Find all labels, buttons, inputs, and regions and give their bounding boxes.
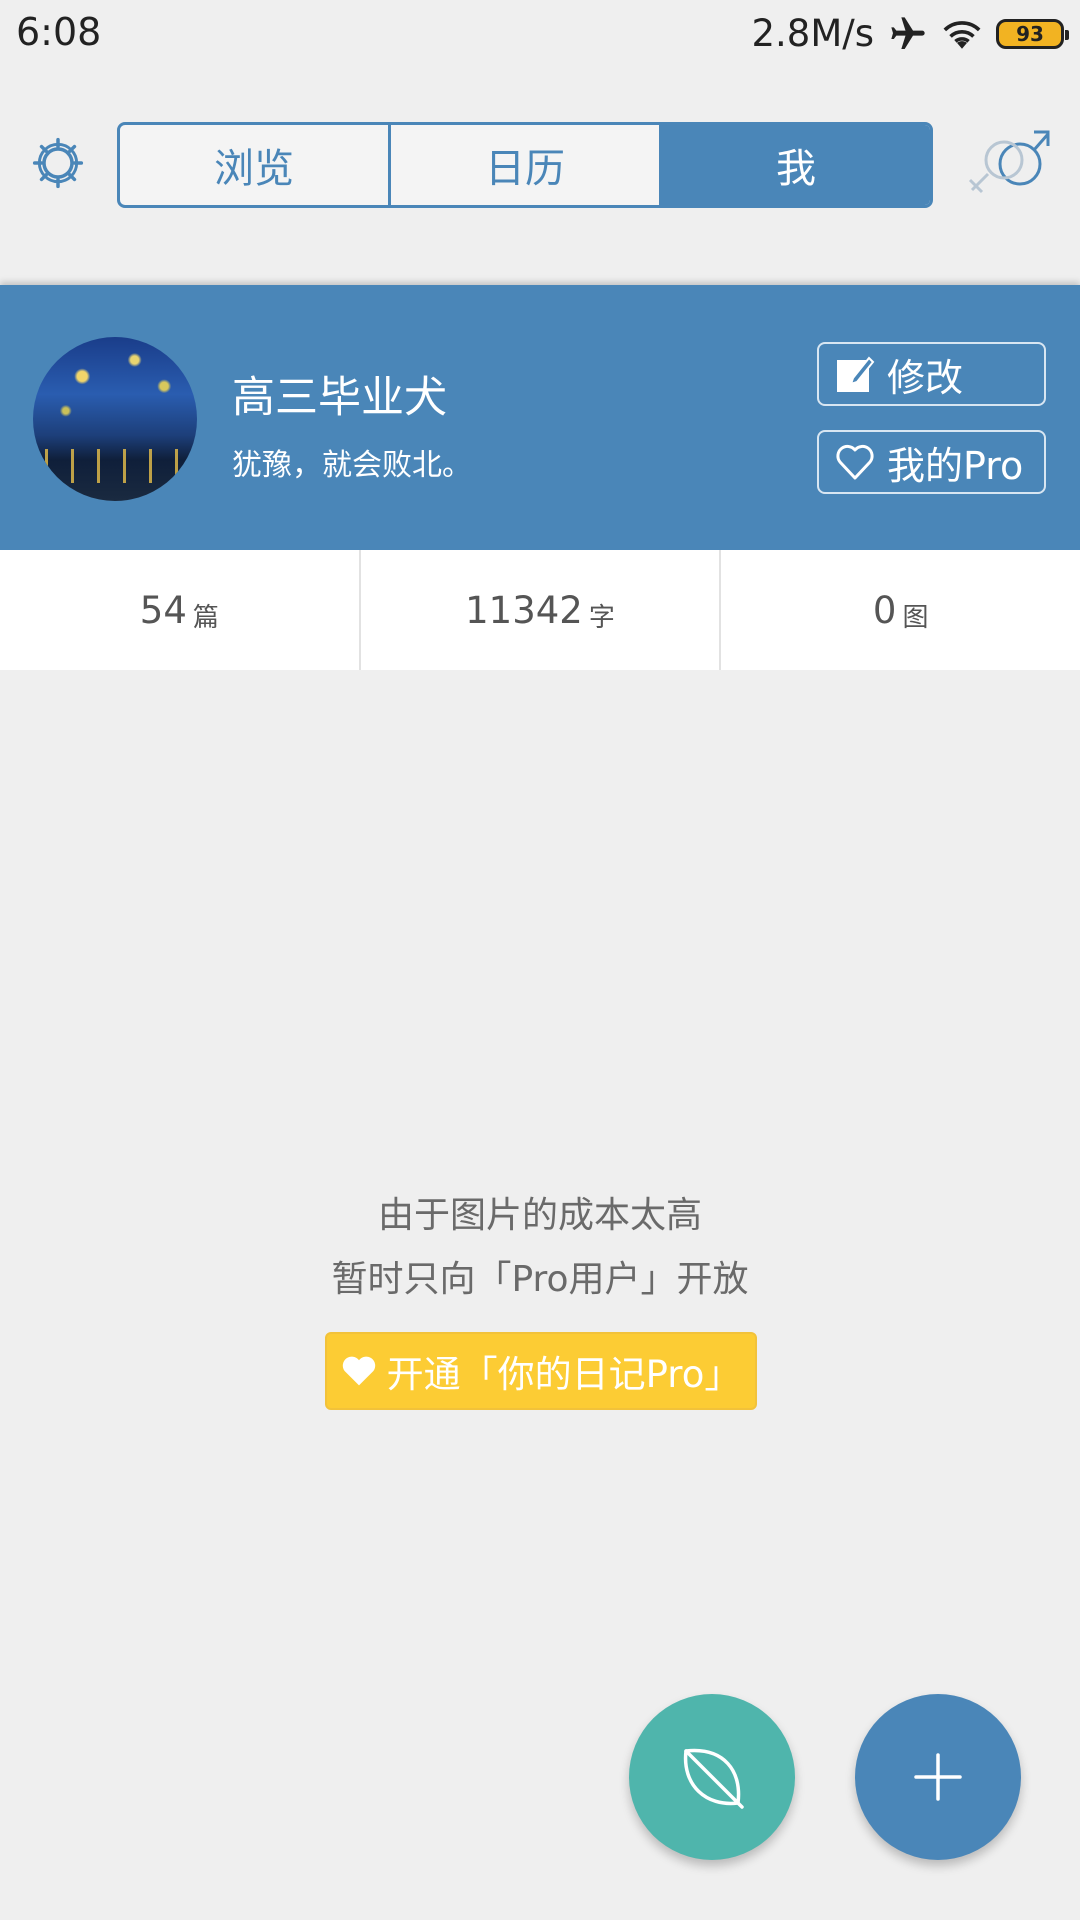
heart-icon (342, 1356, 375, 1386)
notice-line-1: 由于图片的成本太高 (377, 1195, 702, 1236)
open-pro-button[interactable]: 开通「你的日记Pro」 (325, 1332, 757, 1410)
heart-outline-icon (836, 444, 874, 480)
open-pro-label: 开通「你的日记Pro」 (386, 1353, 742, 1396)
stat-entries-unit: 篇 (192, 602, 219, 633)
avatar[interactable] (33, 337, 197, 501)
airplane-icon (891, 16, 925, 49)
tab-browse[interactable]: 浏览 (120, 125, 388, 205)
edit-profile-button[interactable]: 修改 (817, 342, 1046, 406)
stat-words[interactable]: 11342 字 (358, 550, 720, 670)
my-pro-label: 我的Pro (887, 443, 1024, 488)
battery-level: 93 (1016, 21, 1044, 46)
wifi-icon (943, 20, 981, 49)
gender-icon[interactable] (962, 126, 1054, 202)
username: 高三毕业犬 (232, 373, 447, 423)
stat-images-value: 0 (872, 588, 897, 632)
stat-entries[interactable]: 54 篇 (0, 550, 359, 670)
tab-me[interactable]: 我 (659, 125, 930, 205)
status-bar: 6:08 2.8M/s 93 (0, 0, 1080, 68)
edit-label: 修改 (887, 355, 964, 400)
main-tabs: 浏览 日历 我 (117, 122, 933, 208)
status-icons: 2.8M/s 93 (751, 12, 1069, 55)
stats-bar: 54 篇 11342 字 0 图 (0, 550, 1080, 670)
plus-icon (914, 1753, 962, 1801)
leaf-icon (683, 1748, 744, 1809)
top-header: 浏览 日历 我 (0, 100, 1080, 210)
my-pro-button[interactable]: 我的Pro (817, 430, 1046, 494)
user-motto: 犹豫，就会败北。 (232, 448, 472, 483)
leaf-fab-button[interactable] (629, 1694, 795, 1860)
stat-words-value: 11342 (465, 588, 583, 632)
profile-card: 高三毕业犬 犹豫，就会败北。 修改 我的Pro (0, 285, 1080, 550)
tab-calendar[interactable]: 日历 (388, 125, 659, 205)
settings-gear-icon[interactable] (30, 135, 86, 191)
stat-words-unit: 字 (588, 602, 615, 633)
network-speed: 2.8M/s (751, 12, 874, 55)
edit-icon (837, 356, 875, 392)
battery-icon: 93 (996, 18, 1069, 49)
stat-images[interactable]: 0 图 (719, 550, 1080, 670)
add-entry-fab-button[interactable] (855, 1694, 1021, 1860)
stat-images-unit: 图 (902, 602, 929, 633)
notice-line-2: 暂时只向「Pro用户」开放 (331, 1259, 749, 1300)
stat-entries-value: 54 (139, 588, 187, 632)
status-time: 6:08 (16, 10, 102, 54)
